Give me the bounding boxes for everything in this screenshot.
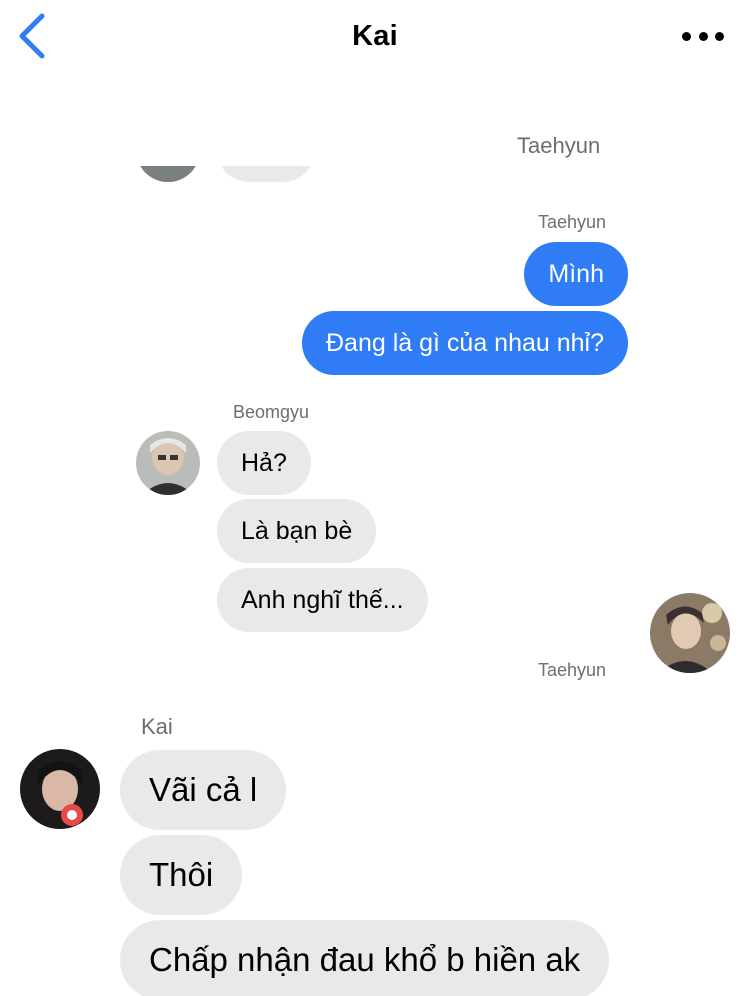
message-bubble-incoming[interactable]: Hả?	[217, 431, 311, 495]
message-list[interactable]: Taehyun Taehyun Mình Đang là gì của nhau…	[0, 78, 750, 996]
message-bubble-incoming[interactable]: Vãi cả l	[120, 750, 287, 830]
avatar-kai[interactable]	[20, 749, 100, 829]
sender-name: Taehyun	[517, 133, 601, 158]
message-bubble-incoming[interactable]: Chấp nhận đau khổ b hiền ak	[120, 920, 610, 996]
more-horizontal-icon	[682, 31, 691, 41]
conversation-title: Kai	[352, 20, 398, 52]
message-bubble-outgoing[interactable]: Đang là gì của nhau nhỉ?	[302, 311, 628, 375]
sender-name: Taehyun	[538, 660, 607, 680]
more-options-button[interactable]	[682, 30, 724, 42]
sender-name: Kai	[141, 714, 173, 739]
message-bubble-incoming[interactable]: Là bạn bè	[217, 499, 377, 563]
sender-name: Beomgyu	[233, 402, 310, 422]
message-bubble-incoming[interactable]: Thôi	[120, 835, 243, 915]
sender-name: Taehyun	[538, 212, 607, 232]
message-bubble-outgoing[interactable]: Mình	[524, 242, 628, 306]
avatar-taehyun[interactable]	[650, 593, 730, 673]
message-bubble-incoming[interactable]: Anh nghĩ thế...	[217, 568, 428, 632]
nav-bar: Kai	[0, 0, 750, 78]
avatar-beomgyu[interactable]	[136, 431, 200, 495]
